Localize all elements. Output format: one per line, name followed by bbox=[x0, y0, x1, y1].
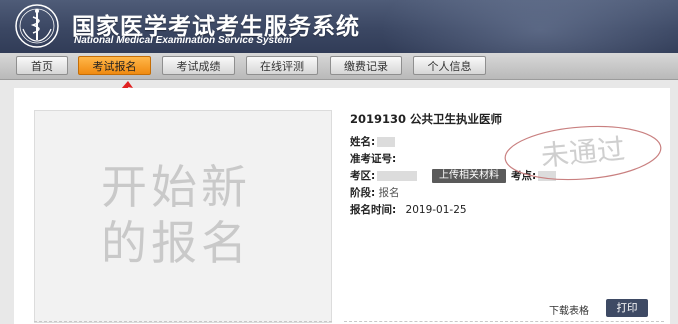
registration-panel: 开始新 的报名 2019130 公共卫生执业医师 姓名: 准考证号: 考区: 上… bbox=[14, 88, 670, 324]
name-redacted bbox=[377, 137, 396, 147]
stage-row: 阶段: 报名 bbox=[350, 185, 400, 200]
nav-home[interactable]: 首页 bbox=[16, 56, 68, 75]
ticket-label: 准考证号: bbox=[350, 153, 397, 165]
area-label: 考区: bbox=[350, 170, 376, 182]
main-nav: 首页 考试报名 考试成绩 在线评测 缴费记录 个人信息 bbox=[0, 53, 678, 80]
new-registration-label: 开始新 的报名 bbox=[101, 160, 251, 270]
nav-exam-registration[interactable]: 考试报名 bbox=[78, 56, 151, 75]
print-button[interactable]: 打印 bbox=[606, 299, 648, 317]
medical-emblem-icon bbox=[15, 4, 59, 48]
divider-left bbox=[34, 321, 332, 322]
new-registration-card[interactable]: 开始新 的报名 bbox=[34, 110, 332, 323]
reg-time-row: 报名时间: 2019-01-25 bbox=[350, 202, 467, 217]
divider-right bbox=[344, 321, 664, 322]
site-subtitle: National Medical Examination Service Sys… bbox=[74, 35, 292, 46]
upload-materials-button[interactable]: 上传相关材料 bbox=[432, 169, 506, 183]
status-stamp-text: 未通过 bbox=[540, 132, 627, 172]
reg-time-value: 2019-01-25 bbox=[405, 204, 467, 216]
site-header: 国家医学考试考生服务系统 National Medical Examinatio… bbox=[0, 0, 678, 53]
stage-value: 报名 bbox=[378, 187, 400, 199]
nav-personal-info[interactable]: 个人信息 bbox=[413, 56, 486, 75]
reg-time-label: 报名时间: bbox=[350, 204, 397, 216]
download-form-link[interactable]: 下载表格 bbox=[549, 302, 589, 317]
area-row: 考区: bbox=[350, 168, 418, 183]
name-row: 姓名: bbox=[350, 134, 396, 149]
exam-title: 2019130 公共卫生执业医师 bbox=[350, 112, 503, 126]
stage-label: 阶段: bbox=[350, 187, 376, 199]
name-label: 姓名: bbox=[350, 136, 376, 148]
nav-online-assessment[interactable]: 在线评测 bbox=[246, 56, 318, 75]
ticket-row: 准考证号: bbox=[350, 151, 396, 166]
nav-exam-results[interactable]: 考试成绩 bbox=[162, 56, 235, 75]
header-glow bbox=[380, 0, 678, 53]
status-stamp: 未通过 bbox=[504, 125, 662, 181]
area-redacted bbox=[377, 171, 418, 181]
nav-payment-records[interactable]: 缴费记录 bbox=[330, 56, 402, 75]
